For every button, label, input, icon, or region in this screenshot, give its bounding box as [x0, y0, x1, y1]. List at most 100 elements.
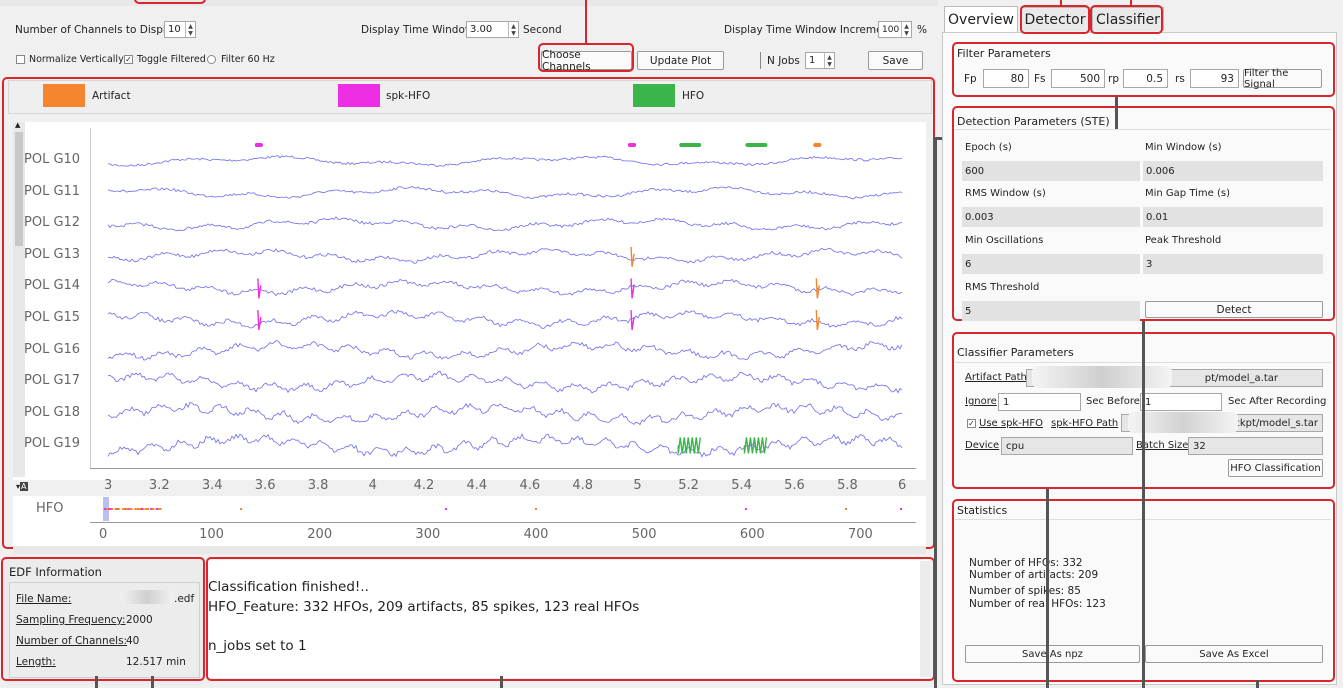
log-line-2: HFO_Feature: 332 HFOs, 209 artifacts, 85… [208, 599, 640, 615]
spk-path-label-text: spk-HFO Path [1051, 418, 1119, 429]
sec-before-input[interactable]: 1 [1140, 393, 1222, 411]
overview-dot [445, 508, 447, 510]
overview-dot [108, 508, 111, 510]
use-spk-label-text: Use spk-HFO [979, 418, 1043, 429]
peak-label: Peak Threshold [1145, 235, 1222, 246]
tab-classifier[interactable]: Classifier [1092, 7, 1164, 31]
device-label: Device [965, 440, 999, 451]
connector-line [1142, 321, 1145, 688]
statistics-title: Statistics [957, 504, 1008, 517]
use-spk-label: Use spk-HFO [979, 418, 1043, 429]
edf-title: EDF Information [9, 565, 102, 579]
overview-tick-label: 0 [99, 527, 108, 542]
file-name-blur [120, 590, 174, 604]
log-panel[interactable] [208, 560, 930, 678]
rms-window-value[interactable]: 0.003 [962, 207, 1140, 227]
overview-tick-label: 400 [523, 527, 549, 542]
min-gap-value[interactable]: 0.01 [1143, 207, 1323, 227]
overview-dot [845, 508, 847, 510]
overview-dot [159, 508, 162, 510]
ignore-value: 1 [1003, 396, 1010, 408]
rms-thresh-value[interactable]: 5 [962, 301, 1140, 321]
overview-dot [139, 508, 142, 510]
overview-dot [137, 508, 140, 510]
overview-tick-label: 300 [415, 527, 441, 542]
overview-dot [152, 508, 155, 510]
connector-line [1115, 97, 1118, 129]
fp-label: Fp [964, 73, 977, 85]
rp-input[interactable]: 0.5 [1123, 69, 1168, 88]
min-osc-label: Min Oscillations [965, 235, 1044, 246]
spk-path-value: /ckpt/model_s.tar [1231, 417, 1318, 429]
save-excel-button[interactable]: Save As Excel [1145, 645, 1323, 663]
fp-input[interactable]: 80 [983, 69, 1029, 88]
sec-before-label: Sec Before [1086, 396, 1140, 407]
length-label: Length: [16, 656, 56, 668]
overview-dot [140, 508, 143, 510]
overview-dot [130, 508, 133, 510]
tab-overview[interactable]: Overview [944, 6, 1018, 32]
overview-tick-label: 600 [739, 527, 765, 542]
fs-label: Fs [1034, 73, 1046, 85]
artifact-path-label-text: Artifact Path [965, 372, 1027, 383]
ignore-input[interactable]: 1 [998, 393, 1081, 411]
device-value: cpu [1006, 440, 1025, 452]
overview-dot [147, 508, 150, 510]
overview-dot [900, 508, 902, 510]
peak-value[interactable]: 3 [1143, 254, 1323, 274]
overview-dot [155, 508, 158, 510]
device-label-text: Device [965, 440, 1000, 451]
log-line-1: Classification finished!.. [208, 579, 369, 595]
overview-dot [134, 508, 137, 510]
filter-signal-button[interactable]: Filter the Signal [1243, 68, 1322, 90]
ignore-label: Ignore [965, 396, 997, 407]
log-scrollbar[interactable] [920, 561, 930, 677]
min-gap-label: Min Gap Time (s) [1145, 188, 1230, 199]
artifact-path-blur [1032, 366, 1172, 388]
overview-dot [240, 508, 242, 510]
rs-input[interactable]: 93 [1190, 69, 1239, 88]
file-name-label-text: File Name: [16, 593, 72, 605]
overview-dot [106, 508, 109, 510]
length-value: 12.517 min [126, 656, 186, 668]
tab-detector[interactable]: Detector [1020, 7, 1090, 31]
stat-spikes: Number of spikes: 85 [969, 585, 1081, 597]
detection-title: Detection Parameters (STE) [957, 115, 1110, 128]
epoch-value[interactable]: 600 [962, 161, 1140, 181]
save-npz-button[interactable]: Save As npz [965, 645, 1140, 663]
device-input[interactable]: cpu [1001, 437, 1133, 455]
connector-line [1046, 489, 1049, 688]
rp-value: 0.5 [1146, 72, 1163, 85]
overview-dot [150, 508, 153, 510]
fs-input[interactable]: 500 [1051, 69, 1105, 88]
file-name-label: File Name: [16, 593, 71, 605]
detect-button[interactable]: Detect [1145, 301, 1323, 318]
overview-tick-label: 500 [631, 527, 657, 542]
min-window-value[interactable]: 0.006 [1143, 161, 1323, 181]
epoch-label: Epoch (s) [965, 142, 1012, 153]
sampling-label-text: Sampling Frequency: [16, 614, 126, 626]
connector-line [500, 676, 503, 688]
connector-line [934, 137, 937, 688]
connector-line [151, 676, 154, 688]
overview-dot [117, 508, 120, 510]
overview-dot [104, 508, 107, 510]
overview-dot [111, 508, 114, 510]
use-spk-checkbox[interactable]: ✓ [967, 419, 976, 428]
hfo-classification-button[interactable]: HFO Classification [1228, 459, 1323, 477]
overview-tick-label: 200 [307, 527, 333, 542]
batch-input[interactable]: 32 [1188, 437, 1323, 455]
overview-events [104, 508, 902, 510]
fs-value: 500 [1079, 72, 1100, 85]
min-osc-value[interactable]: 6 [962, 254, 1140, 274]
log-line-3: n_jobs set to 1 [208, 638, 307, 654]
connector-line [1060, 0, 1062, 6]
min-window-label: Min Window (s) [1145, 142, 1222, 153]
fp-value: 80 [1010, 72, 1024, 85]
spk-path-label: spk-HFO Path [1051, 418, 1118, 429]
rs-value: 93 [1220, 72, 1234, 85]
h-scrollbar[interactable] [13, 546, 926, 554]
connector-line [1130, 0, 1132, 6]
rms-thresh-label: RMS Threshold [965, 282, 1040, 293]
overview-tick-label: 100 [199, 527, 224, 542]
